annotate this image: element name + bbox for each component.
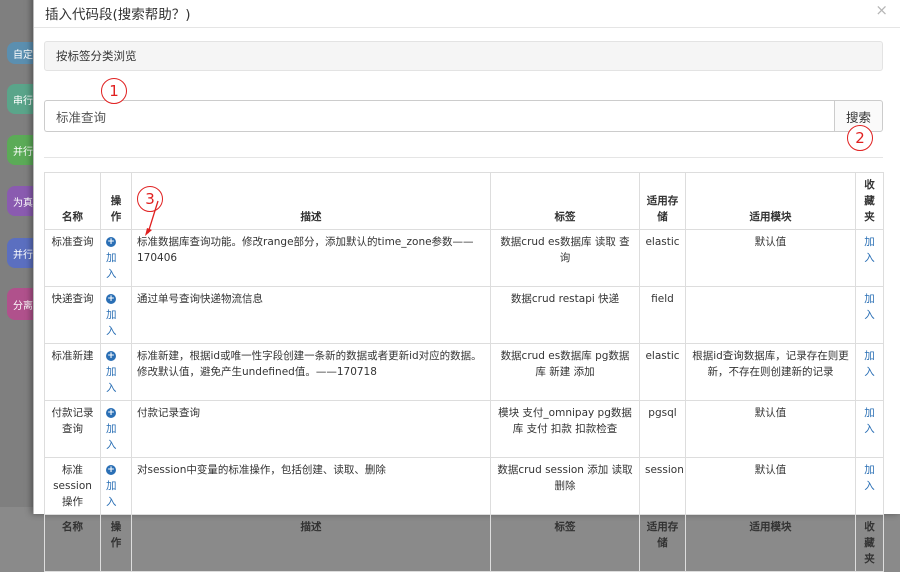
add-link[interactable]: + 加入 [100, 229, 132, 287]
cell-storage: elastic [639, 229, 686, 287]
search-input-value: 标准查询 [56, 109, 107, 125]
cell-module: 默认值 [685, 400, 856, 458]
favorite-link[interactable]: 加入 [855, 343, 884, 401]
favorite-link[interactable]: 加入 [855, 286, 884, 344]
cell-description: 标准新建，根据id或唯一性字段创建一条新的数据或者更新id对应的数据。修改默认值… [131, 343, 491, 401]
annotation-marker-1: 1 [101, 78, 127, 104]
add-link[interactable]: + 加入 [100, 400, 132, 458]
add-link[interactable]: + 加入 [100, 343, 132, 401]
cell-tags: 数据crud es数据库 读取 查询 [490, 229, 640, 287]
add-link-label: 加入 [106, 309, 117, 337]
cell-tags: 数据crud session 添加 读取 删除 [490, 457, 640, 515]
cell-module: 默认值 [685, 457, 856, 515]
column-footer: 收藏夹 [855, 514, 884, 572]
modal-title: 插入代码段(搜索帮助？) [45, 7, 191, 23]
plus-circle-icon: + [106, 465, 116, 475]
column-footer: 适用存储 [639, 514, 686, 572]
column-header: 适用模块 [685, 172, 856, 230]
column-header: 操作 [100, 172, 132, 230]
cell-name: 标准查询 [44, 229, 101, 287]
add-link-label: 加入 [106, 366, 117, 394]
annotation-arrow [145, 200, 159, 236]
add-link[interactable]: + 加入 [100, 286, 132, 344]
divider [44, 157, 883, 158]
insert-snippet-modal: 插入代码段(搜索帮助？) × 按标签分类浏览 标准查询 搜索 名称 操作 描述 … [33, 0, 900, 572]
favorite-link[interactable]: 加入 [855, 229, 884, 287]
cell-tags: 模块 支付_omnipay pg数据库 支付 扣款 扣款检查 [490, 400, 640, 458]
browse-by-tag-panel[interactable]: 按标签分类浏览 [44, 41, 883, 71]
cell-storage: session [639, 457, 686, 515]
table-row: 标准session操作 + 加入 对session中变量的标准操作，包括创建、读取… [44, 457, 884, 515]
cell-module: 根据id查询数据库，记录存在则更新，不存在则创建新的记录 [685, 343, 856, 401]
column-header: 描述 [131, 172, 491, 230]
add-link-label: 加入 [106, 252, 117, 280]
column-footer: 描述 [131, 514, 491, 572]
cell-description: 付款记录查询 [131, 400, 491, 458]
table-row: 付款记录查询 + 加入 付款记录查询 模块 支付_omnipay pg数据库 支付… [44, 400, 884, 458]
cell-name: 标准新建 [44, 343, 101, 401]
column-header: 名称 [44, 172, 101, 230]
column-footer: 操作 [100, 514, 132, 572]
cell-storage: pgsql [639, 400, 686, 458]
column-footer: 适用模块 [685, 514, 856, 572]
favorite-link[interactable]: 加入 [855, 457, 884, 515]
cell-module [685, 286, 856, 344]
annotation-marker-2: 2 [847, 125, 873, 151]
plus-circle-icon: + [106, 351, 116, 361]
cell-storage: elastic [639, 343, 686, 401]
add-link-label: 加入 [106, 423, 117, 451]
cell-tags: 数据crud restapi 快递 [490, 286, 640, 344]
column-header: 标签 [490, 172, 640, 230]
column-header: 适用存储 [639, 172, 686, 230]
table-footer-row: 名称 操作 描述 标签 适用存储 适用模块 收藏夹 [44, 514, 884, 572]
cell-tags: 数据crud es数据库 pg数据库 新建 添加 [490, 343, 640, 401]
plus-circle-icon: + [106, 294, 116, 304]
cell-description: 标准数据库查询功能。修改range部分，添加默认的time_zone参数——17… [131, 229, 491, 287]
add-link[interactable]: + 加入 [100, 457, 132, 515]
search-input[interactable]: 标准查询 [44, 100, 834, 132]
plus-circle-icon: + [106, 408, 116, 418]
column-footer: 标签 [490, 514, 640, 572]
cell-name: 快递查询 [44, 286, 101, 344]
browse-by-tag-label: 按标签分类浏览 [56, 49, 137, 63]
cell-module: 默认值 [685, 229, 856, 287]
cell-name: 标准session操作 [44, 457, 101, 515]
favorite-link[interactable]: 加入 [855, 400, 884, 458]
plus-circle-icon: + [106, 237, 116, 247]
column-header: 收藏夹 [855, 172, 884, 230]
table-row: 标准新建 + 加入 标准新建，根据id或唯一性字段创建一条新的数据或者更新id对应… [44, 343, 884, 401]
add-link-label: 加入 [106, 480, 117, 508]
column-footer: 名称 [44, 514, 101, 572]
close-icon[interactable]: × [875, 1, 888, 19]
cell-name: 付款记录查询 [44, 400, 101, 458]
cell-description: 对session中变量的标准操作，包括创建、读取、删除 [131, 457, 491, 515]
modal-header: 插入代码段(搜索帮助？) × [34, 0, 900, 28]
table-row: 快递查询 +加入 通过单号查询快递物流信息 数据crud restapi 快递 … [44, 286, 884, 344]
cell-description: 通过单号查询快递物流信息 [131, 286, 491, 344]
cell-storage: field [639, 286, 686, 344]
